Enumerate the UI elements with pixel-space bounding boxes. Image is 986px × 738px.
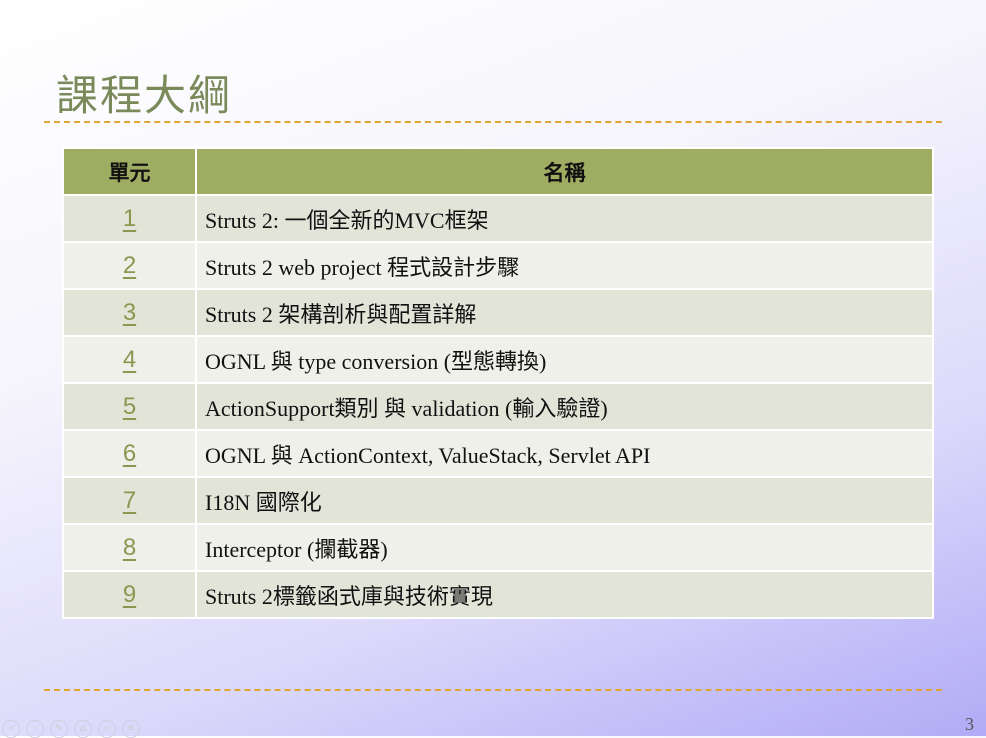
unit-link[interactable]: 2 [62, 241, 197, 290]
unit-name: Struts 2 架構剖析與配置詳解 [195, 288, 934, 337]
home-icon[interactable]: ⌂ [74, 720, 92, 738]
unit-name: Struts 2 web project 程式設計步驟 [195, 241, 934, 290]
table-row: 8 Interceptor (攔截器) [62, 523, 934, 572]
unit-link[interactable]: 7 [62, 476, 197, 525]
zoom-icon[interactable]: ⌕ [98, 720, 116, 738]
unit-name: Struts 2標籤函式庫與技術實現 [195, 570, 934, 619]
unit-link[interactable]: 6 [62, 429, 197, 478]
header-name: 名稱 [195, 147, 934, 196]
unit-link[interactable]: 3 [62, 288, 197, 337]
unit-link[interactable]: 9 [62, 570, 197, 619]
unit-link[interactable]: 8 [62, 523, 197, 572]
table-row: 6 OGNL 與 ActionContext, ValueStack, Servl… [62, 429, 934, 478]
unit-link[interactable]: 1 [62, 194, 197, 243]
unit-name: ActionSupport類別 與 validation (輸入驗證) [195, 382, 934, 431]
table-row: 4 OGNL 與 type conversion (型態轉換) [62, 335, 934, 384]
table-row: 1 Struts 2: 一個全新的MVC框架 [62, 194, 934, 243]
unit-name: Interceptor (攔截器) [195, 523, 934, 572]
slide-nav: ‹ › ✎ ⌂ ⌕ ≡ [2, 720, 140, 738]
slide-title: 課程大綱 [56, 71, 233, 120]
unit-link[interactable]: 5 [62, 382, 197, 431]
pen-icon[interactable]: ✎ [50, 720, 68, 738]
table-row: 9 Struts 2標籤函式庫與技術實現 [62, 570, 934, 619]
bottom-divider [44, 689, 942, 691]
next-icon[interactable]: › [26, 720, 44, 738]
unit-name: I18N 國際化 [195, 476, 934, 525]
top-divider [44, 121, 942, 123]
page-number: 3 [965, 714, 974, 734]
table-row: 7 I18N 國際化 [62, 476, 934, 525]
header-unit: 單元 [62, 147, 197, 196]
unit-name: OGNL 與 type conversion (型態轉換) [195, 335, 934, 384]
unit-link[interactable]: 4 [62, 335, 197, 384]
previous-icon[interactable]: ‹ [2, 720, 20, 738]
table-row: 2 Struts 2 web project 程式設計步驟 [62, 241, 934, 290]
table-row: 3 Struts 2 架構剖析與配置詳解 [62, 288, 934, 337]
unit-name: Struts 2: 一個全新的MVC框架 [195, 194, 934, 243]
menu-icon[interactable]: ≡ [122, 720, 140, 738]
unit-name: OGNL 與 ActionContext, ValueStack, Servle… [195, 429, 934, 478]
course-outline-table: 單元 名稱 1 Struts 2: 一個全新的MVC框架 2 Struts 2 web… [62, 147, 934, 619]
table-row: 5 ActionSupport類別 與 validation (輸入驗證) [62, 382, 934, 431]
